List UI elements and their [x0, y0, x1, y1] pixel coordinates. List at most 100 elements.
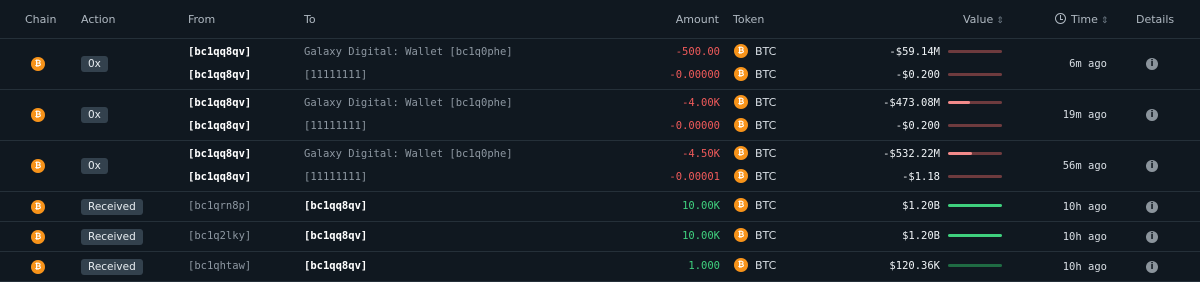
token-symbol: BTC — [755, 259, 777, 272]
amount-value: -0.00000 — [669, 69, 720, 81]
to-address-link[interactable]: [bc1qq8qv] — [304, 225, 367, 247]
amount-value: 10.00K — [682, 230, 720, 242]
from-address-link[interactable]: [bc1qq8qv] — [188, 64, 251, 86]
token-cell[interactable]: ₿ BTC — [734, 115, 776, 137]
token-cell[interactable]: ₿ BTC — [734, 195, 776, 217]
token-cell[interactable]: ₿ BTC — [734, 92, 776, 114]
info-icon[interactable]: i — [1146, 201, 1158, 213]
to-address-link[interactable]: [bc1qq8qv] — [304, 255, 367, 277]
table-row[interactable]: ₿ Received [bc1qrn8p] [bc1qq8qv] 10.00K ₿ BTC $… — [0, 192, 1200, 222]
value-bar-fill — [948, 234, 1002, 237]
bitcoin-icon: ₿ — [734, 118, 748, 132]
transfer-line: [bc1qq8qv] [11111111] -0.00000 ₿ BTC -$0.200 — [0, 115, 1200, 137]
value-bar — [948, 50, 1002, 53]
token-cell[interactable]: ₿ BTC — [734, 166, 776, 188]
bitcoin-icon: ₿ — [734, 258, 748, 272]
from-address-link[interactable]: [bc1q2lky] — [188, 225, 251, 247]
amount-value: -4.50K — [682, 148, 720, 160]
token-cell[interactable]: ₿ BTC — [734, 143, 776, 165]
token-symbol: BTC — [755, 199, 777, 212]
bitcoin-icon: ₿ — [734, 146, 748, 160]
header-value: Value — [963, 13, 994, 26]
value-bar — [948, 101, 1002, 104]
to-address-link[interactable]: Galaxy Digital: Wallet [bc1q0phe] — [304, 92, 513, 114]
table-row[interactable]: ₿ 0x [bc1qq8qv] Galaxy Digital: Wallet [bc1… — [0, 39, 1200, 90]
transfer-line: [bc1qq8qv] [11111111] -0.00001 ₿ BTC -$1.18 — [0, 166, 1200, 188]
token-symbol: BTC — [755, 68, 777, 81]
token-symbol: BTC — [755, 45, 777, 58]
table-row[interactable]: ₿ 0x [bc1qq8qv] Galaxy Digital: Wallet [bc1… — [0, 141, 1200, 192]
value-bar — [948, 73, 1002, 76]
transfer-line: [bc1qq8qv] Galaxy Digital: Wallet [bc1q0p… — [0, 92, 1200, 114]
info-icon[interactable]: i — [1146, 109, 1158, 121]
usd-value: -$473.08M — [883, 97, 940, 109]
value-bar-fill — [948, 152, 973, 155]
from-address-link[interactable]: [bc1qq8qv] — [188, 166, 251, 188]
info-icon[interactable]: i — [1146, 261, 1158, 273]
time-ago: 56m ago — [1062, 160, 1107, 172]
from-address-link[interactable]: [bc1qq8qv] — [188, 143, 251, 165]
usd-value: -$1.18 — [902, 171, 940, 183]
info-icon[interactable]: i — [1146, 231, 1158, 243]
header-chain: Chain — [25, 13, 57, 26]
usd-value: -$532.22M — [883, 148, 940, 160]
to-address-link[interactable]: Galaxy Digital: Wallet [bc1q0phe] — [304, 143, 513, 165]
table-row[interactable]: ₿ Received [bc1q2lky] [bc1qq8qv] 10.00K ₿ BTC $… — [0, 222, 1200, 252]
from-address-link[interactable]: [bc1qrn8p] — [188, 195, 251, 217]
to-address-link[interactable]: [11111111] — [304, 64, 367, 86]
from-address-link[interactable]: [bc1qhtaw] — [188, 255, 251, 277]
info-icon[interactable]: i — [1146, 160, 1158, 172]
from-address-link[interactable]: [bc1qq8qv] — [188, 92, 251, 114]
to-address-link[interactable]: [11111111] — [304, 115, 367, 137]
bitcoin-icon: ₿ — [734, 198, 748, 212]
header-to: To — [304, 13, 316, 26]
usd-value: -$0.200 — [895, 69, 940, 81]
value-bar — [948, 124, 1002, 127]
usd-value: $1.20B — [902, 230, 940, 242]
usd-value: -$0.200 — [895, 120, 940, 132]
value-bar-fill — [948, 101, 970, 104]
token-symbol: BTC — [755, 147, 777, 160]
from-address-link[interactable]: [bc1qq8qv] — [188, 41, 251, 63]
amount-value: -500.00 — [675, 46, 720, 58]
transfer-line: [bc1q2lky] [bc1qq8qv] 10.00K ₿ BTC $1.20B — [0, 225, 1200, 247]
from-address-link[interactable]: [bc1qq8qv] — [188, 115, 251, 137]
header-token: Token — [733, 13, 765, 26]
to-address-link[interactable]: Galaxy Digital: Wallet [bc1q0phe] — [304, 41, 513, 63]
header-value-sort[interactable]: Value ⇕ — [963, 13, 1004, 26]
header-details: Details — [1136, 13, 1175, 26]
info-icon[interactable]: i — [1146, 58, 1158, 70]
token-symbol: BTC — [755, 170, 777, 183]
header-action: Action — [81, 13, 116, 26]
sort-arrows-icon: ⇕ — [996, 16, 1004, 26]
transfer-line: [bc1qq8qv] Galaxy Digital: Wallet [bc1q0p… — [0, 41, 1200, 63]
usd-value: $120.36K — [889, 260, 940, 272]
transfer-line: [bc1qq8qv] Galaxy Digital: Wallet [bc1q0p… — [0, 143, 1200, 165]
token-cell[interactable]: ₿ BTC — [734, 41, 776, 63]
clock-icon — [1055, 13, 1066, 24]
token-cell[interactable]: ₿ BTC — [734, 225, 776, 247]
table-row[interactable]: ₿ Received [bc1qhtaw] [bc1qq8qv] 1.000 ₿ BTC $1… — [0, 252, 1200, 282]
token-symbol: BTC — [755, 96, 777, 109]
amount-value: 1.000 — [688, 260, 720, 272]
time-ago: 10h ago — [1062, 261, 1107, 273]
value-bar — [948, 204, 1002, 207]
sort-arrows-icon: ⇕ — [1100, 16, 1109, 26]
transfers-table-body: ₿ 0x [bc1qq8qv] Galaxy Digital: Wallet [bc1… — [0, 39, 1200, 282]
usd-value: -$59.14M — [889, 46, 940, 58]
to-address-link[interactable]: [11111111] — [304, 166, 367, 188]
header-time-sort[interactable]: Time ⇕ — [1055, 13, 1108, 26]
transfer-line: [bc1qq8qv] [11111111] -0.00000 ₿ BTC -$0.200 — [0, 64, 1200, 86]
value-bar — [948, 264, 1002, 267]
token-cell[interactable]: ₿ BTC — [734, 64, 776, 86]
bitcoin-icon: ₿ — [734, 67, 748, 81]
transfer-line: [bc1qrn8p] [bc1qq8qv] 10.00K ₿ BTC $1.20B — [0, 195, 1200, 217]
time-ago: 6m ago — [1069, 58, 1107, 70]
token-symbol: BTC — [755, 229, 777, 242]
amount-value: -0.00001 — [669, 171, 720, 183]
token-cell[interactable]: ₿ BTC — [734, 255, 776, 277]
value-bar — [948, 152, 1002, 155]
to-address-link[interactable]: [bc1qq8qv] — [304, 195, 367, 217]
value-bar — [948, 234, 1002, 237]
table-row[interactable]: ₿ 0x [bc1qq8qv] Galaxy Digital: Wallet [bc1… — [0, 90, 1200, 141]
